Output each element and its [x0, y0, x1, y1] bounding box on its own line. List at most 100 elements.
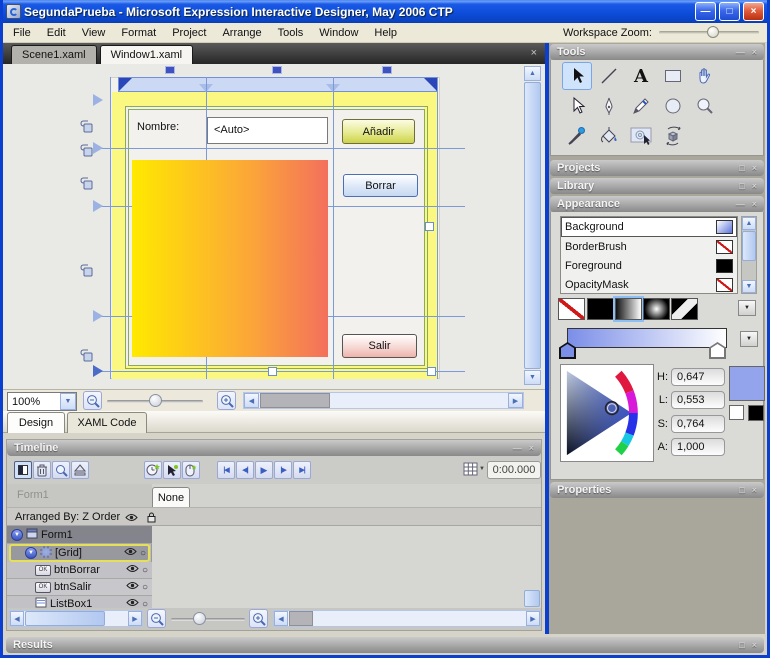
tool-rectangle[interactable] [658, 62, 688, 90]
alpha-field[interactable]: 1,000 [671, 438, 725, 456]
tool-line[interactable] [594, 62, 624, 90]
row-lock-icon[interactable] [80, 120, 93, 136]
library-header[interactable]: Library □ × [550, 178, 764, 194]
selection-pointer-button[interactable] [163, 461, 181, 479]
opacity-indicator-icon[interactable]: ○ [142, 565, 148, 576]
mouse-input-button[interactable] [182, 461, 200, 479]
menu-tools[interactable]: Tools [270, 25, 312, 41]
timeline-zoom-slider-thumb[interactable] [193, 612, 206, 625]
selection-handle[interactable] [268, 367, 277, 376]
tool-ellipse[interactable] [658, 92, 688, 120]
expander-icon[interactable]: ▼ [11, 528, 23, 541]
tools-minimize-icon[interactable]: — [736, 47, 745, 57]
appearance-minimize-icon[interactable]: — [736, 199, 745, 209]
import-button[interactable] [71, 461, 89, 479]
menu-file[interactable]: File [5, 25, 39, 41]
projects-restore-icon[interactable]: □ [739, 163, 744, 173]
tree-row-grid[interactable]: ▼ [Grid] ○ [9, 544, 150, 562]
brush-tile-button[interactable] [671, 298, 698, 320]
add-button[interactable]: Añadir [342, 119, 415, 144]
list-item-background[interactable]: Background [561, 217, 737, 237]
list-item-foreground[interactable]: Foreground [561, 256, 737, 275]
tool-pan[interactable] [690, 62, 720, 90]
brush-null-button[interactable] [558, 298, 585, 320]
tab-xaml-code[interactable]: XAML Code [67, 412, 147, 433]
tools-header[interactable]: Tools — × [550, 44, 764, 60]
grid-row-handle-icon[interactable] [93, 94, 103, 106]
lock-icon[interactable] [147, 512, 156, 526]
lightness-field[interactable]: 0,553 [671, 391, 725, 409]
tools-close-icon[interactable]: × [752, 47, 757, 57]
results-restore-icon[interactable]: □ [739, 640, 744, 650]
zoom-combobox[interactable]: 100% ▼ [7, 392, 77, 411]
zoom-combo-arrow-icon[interactable]: ▼ [60, 393, 76, 410]
tool-camera-orbit[interactable] [658, 122, 688, 150]
results-close-icon[interactable]: × [752, 640, 757, 650]
workspace-zoom-thumb[interactable] [707, 26, 719, 38]
minimize-button[interactable]: — [695, 2, 716, 21]
tool-brush-transform[interactable] [626, 122, 656, 150]
grid-row-handle-icon[interactable] [93, 365, 103, 377]
track-hscrollbar[interactable]: ◀ ▶ [273, 610, 541, 627]
projects-header[interactable]: Projects □ × [550, 160, 764, 176]
title-bar[interactable]: SegundaPrueba - Microsoft Expression Int… [3, 0, 767, 23]
grid-row-handle-icon[interactable] [93, 310, 103, 322]
timeline-zoom-slider[interactable] [171, 618, 245, 621]
snap-toggle-button[interactable] [14, 461, 32, 479]
menu-edit[interactable]: Edit [39, 25, 74, 41]
timeline-zoom-in-button[interactable] [249, 609, 268, 628]
black-swatch[interactable] [748, 405, 764, 421]
menu-help[interactable]: Help [366, 25, 405, 41]
menu-arrange[interactable]: Arrange [214, 25, 269, 41]
canvas-vscroll-thumb[interactable] [524, 82, 541, 369]
list-item-opacitymask[interactable]: OpacityMask [561, 275, 737, 294]
tab-scene1-xaml[interactable]: Scene1.xaml [11, 45, 97, 64]
grid-adorner-handle[interactable] [165, 66, 175, 74]
canvas-scroll-right-icon[interactable]: ▶ [508, 393, 523, 408]
opacity-indicator-icon[interactable]: ○ [142, 599, 148, 609]
next-frame-button[interactable]: |▶ [274, 461, 292, 479]
tool-direct-selection[interactable] [562, 92, 592, 120]
animation-ruler[interactable] [152, 484, 541, 507]
brush-radial-gradient-button[interactable] [643, 298, 670, 320]
tree-hscroll-thumb[interactable] [25, 611, 105, 626]
visibility-eye-icon[interactable] [126, 564, 139, 576]
current-color-swatch[interactable] [729, 366, 765, 401]
tool-paint-bucket[interactable] [594, 122, 624, 150]
canvas-scroll-down-icon[interactable]: ▼ [524, 370, 541, 385]
brush-linear-gradient-button[interactable] [613, 296, 644, 322]
record-keyframe-button[interactable] [144, 461, 162, 479]
tree-row-form1[interactable]: ▼ Form1 [7, 526, 152, 544]
brush-solid-button[interactable] [587, 298, 614, 320]
opacity-indicator-icon[interactable]: ○ [142, 582, 148, 593]
grid-line-horizontal[interactable] [94, 371, 465, 372]
tool-pencil[interactable] [626, 92, 656, 120]
opacity-indicator-icon[interactable]: ○ [140, 548, 146, 559]
row-lock-icon[interactable] [80, 349, 93, 365]
previous-frame-button[interactable]: ◀| [236, 461, 254, 479]
grid-adorner-handle[interactable] [382, 66, 392, 74]
play-button[interactable]: ▶ [255, 461, 273, 479]
animation-tab-none[interactable]: None [152, 487, 190, 507]
go-to-end-button[interactable]: ▶| [293, 461, 311, 479]
canvas-zoom-slider-thumb[interactable] [149, 394, 162, 407]
properties-close-icon[interactable]: × [752, 485, 757, 495]
canvas-hscroll-thumb[interactable] [260, 393, 330, 408]
menu-view[interactable]: View [74, 25, 114, 41]
results-header[interactable]: Results □ × [6, 637, 764, 653]
grid-adorner-handle[interactable] [272, 66, 282, 74]
tool-zoom[interactable] [690, 92, 720, 120]
timeline-header[interactable]: Timeline — × [7, 440, 541, 456]
hue-field[interactable]: 0,647 [671, 368, 725, 386]
row-lock-icon[interactable] [80, 144, 93, 160]
track-scroll-left-icon[interactable]: ◀ [274, 611, 288, 626]
grid-line-vertical[interactable] [333, 77, 334, 379]
tool-selection[interactable] [562, 62, 592, 90]
selection-handle[interactable] [425, 222, 434, 231]
properties-header[interactable]: Properties □ × [550, 482, 764, 498]
name-textbox[interactable]: <Auto> [207, 117, 328, 144]
list-vscroll-thumb[interactable] [742, 231, 756, 261]
tool-pen[interactable] [594, 92, 624, 120]
list-scroll-down-icon[interactable]: ▼ [742, 280, 756, 293]
close-button[interactable]: × [743, 2, 764, 21]
